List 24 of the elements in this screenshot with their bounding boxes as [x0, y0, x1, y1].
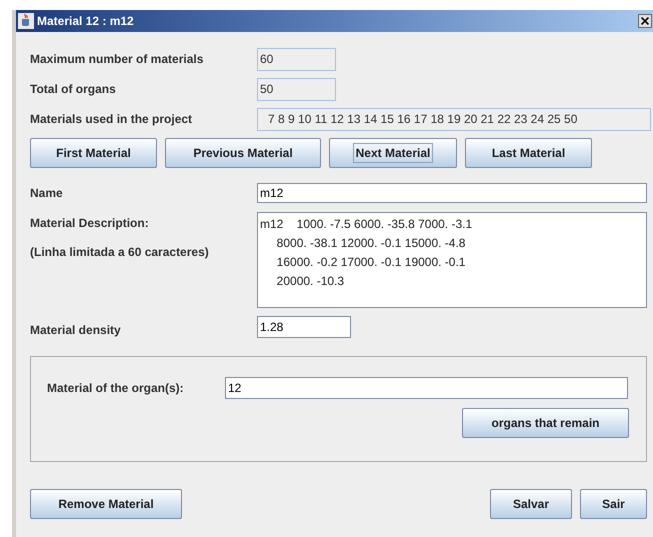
push-button[interactable]: Salvar: [490, 489, 572, 519]
read-only-field: 50: [257, 78, 336, 100]
field-label: Material density: [30, 322, 122, 339]
push-button[interactable]: Previous Material: [165, 138, 321, 168]
read-only-field: 60: [257, 48, 336, 70]
push-button[interactable]: Last Material: [465, 138, 592, 168]
field-label: Name: [30, 185, 64, 202]
window-title: Material 12 : m12: [37, 13, 134, 30]
field-label: Materials used in the project: [30, 111, 194, 128]
organ-field[interactable]: 12: [225, 377, 628, 399]
field-label: Material of the organ(s):: [47, 380, 185, 397]
description-text-area[interactable]: m12 1000. -7.5 6000. -35.8 7000. -3.1 8000. -38.1 12000. -0.1 15000. -4.8 16000. -0.2 17000. -0.1 19000. -0.1 20000. -10.3: [257, 212, 647, 308]
density-field[interactable]: 1.28: [257, 316, 351, 338]
push-button[interactable]: organs that remain: [462, 408, 629, 438]
name-field[interactable]: m12: [257, 183, 647, 203]
read-only-field: 7 8 9 10 11 12 13 14 15 16 17 18 19 20 21 22 23 24 25 50: [257, 108, 651, 130]
push-button[interactable]: First Material: [30, 138, 157, 168]
push-button[interactable]: Next Material: [329, 138, 457, 168]
field-label: Maximum number of materials: [30, 51, 204, 68]
field-label: Total of organs: [30, 81, 117, 98]
field-label: Material Description:: [30, 215, 150, 232]
push-button[interactable]: Sair: [580, 489, 647, 519]
hint-text: (Linha limitada a 60 caracteres): [30, 244, 210, 261]
push-button[interactable]: Remove Material: [30, 489, 182, 519]
